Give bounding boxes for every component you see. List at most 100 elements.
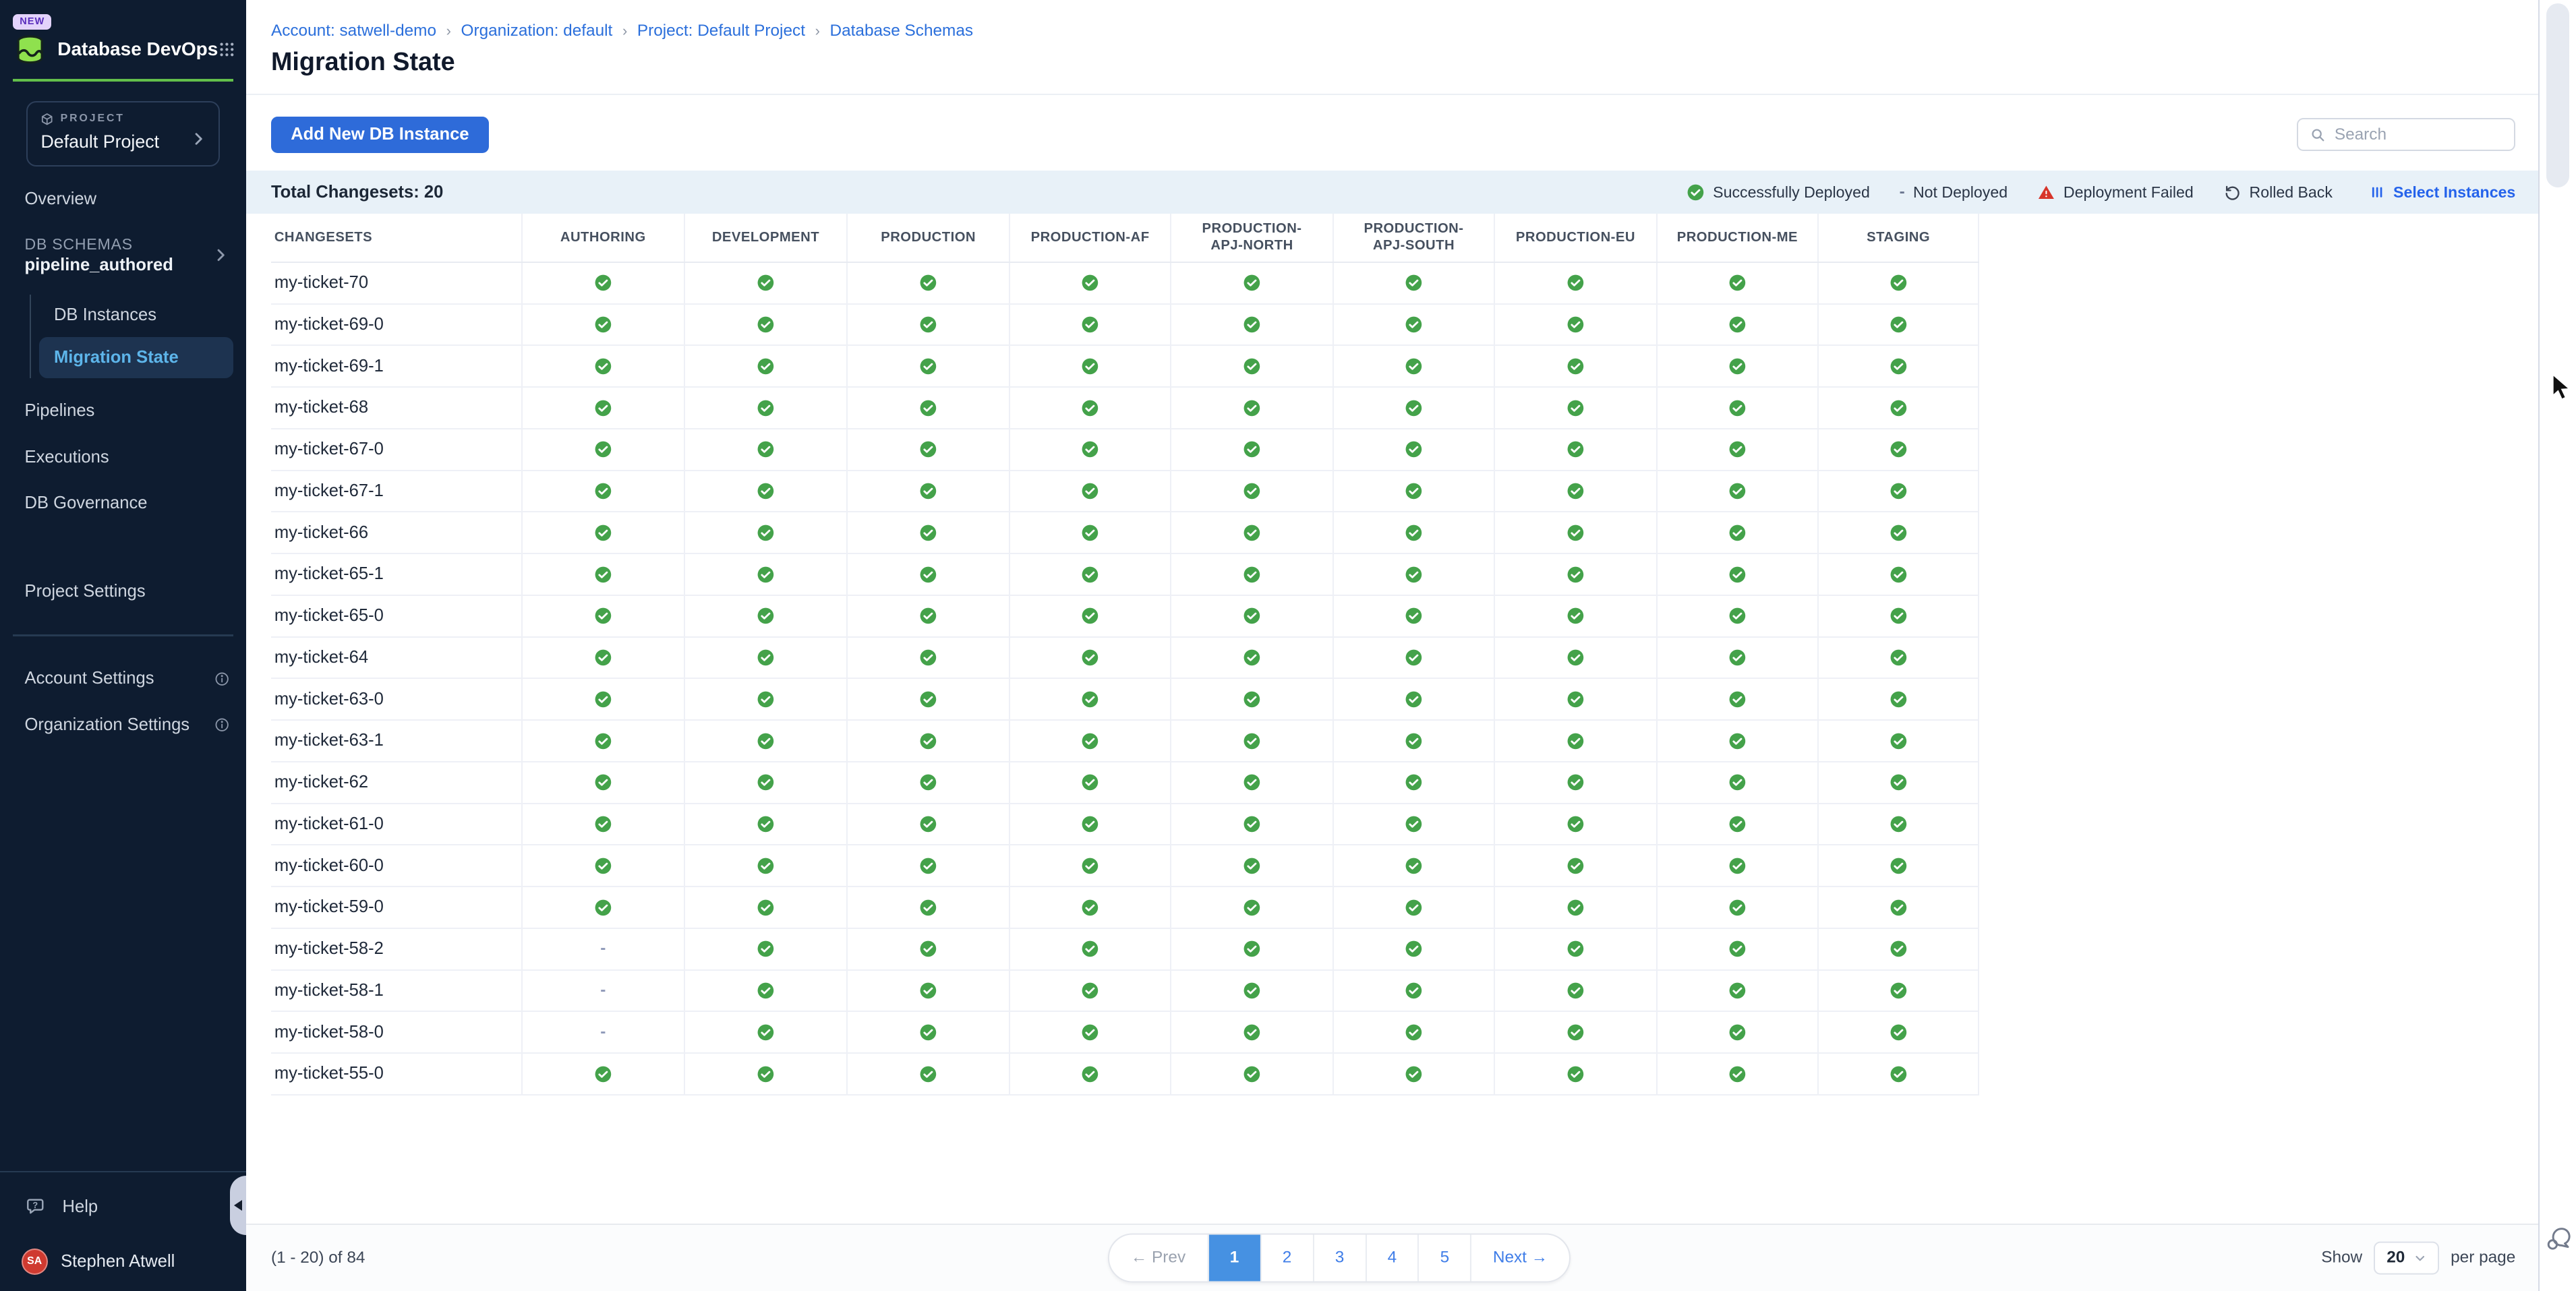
- page-button-1[interactable]: 1: [1208, 1234, 1260, 1281]
- check-circle-icon: [1405, 1023, 1423, 1042]
- status-cell: [1658, 346, 1819, 388]
- breadcrumb-link[interactable]: Organization: default: [461, 22, 613, 40]
- status-cell: [1171, 971, 1334, 1013]
- status-cell: [523, 429, 685, 471]
- sidebar-header: NEW Database DevOps PROJECT Default Proj…: [0, 0, 246, 167]
- status-cell: [848, 971, 1010, 1013]
- check-circle-icon: [1081, 607, 1099, 625]
- legend-item-warn: Deployment Failed: [2037, 183, 2194, 202]
- status-cell: [848, 1054, 1010, 1095]
- status-cell: [685, 638, 848, 680]
- table-row: my-ticket-55-0: [271, 1054, 1980, 1095]
- sidebar-item-migration-state[interactable]: Migration State: [39, 337, 233, 378]
- status-cell: [1171, 762, 1334, 804]
- breadcrumb-link[interactable]: Project: Default Project: [637, 22, 805, 40]
- check-circle-icon: [1728, 274, 1747, 292]
- page-button-3[interactable]: 3: [1313, 1234, 1366, 1281]
- check-circle-icon: [1567, 482, 1585, 500]
- select-instances-button[interactable]: Select Instances: [2369, 183, 2516, 202]
- status-cell: [1658, 554, 1819, 596]
- check-circle-icon: [757, 607, 775, 625]
- page-size-select[interactable]: 20: [2374, 1242, 2439, 1275]
- column-header: PRODUCTION-ME: [1658, 214, 1819, 262]
- status-cell: [523, 388, 685, 429]
- check-circle-icon: [1567, 440, 1585, 458]
- cube-icon: [40, 113, 53, 125]
- breadcrumb-link[interactable]: Database Schemas: [829, 22, 973, 40]
- apps-grid-icon[interactable]: [218, 40, 236, 59]
- sidebar-item-account-settings[interactable]: Account Settings: [0, 656, 246, 702]
- check-circle-icon: [1081, 566, 1099, 584]
- sidebar-subnav: DB InstancesMigration State: [30, 295, 247, 378]
- help-icon: ?: [25, 1196, 48, 1219]
- check-circle-icon: [1567, 899, 1585, 917]
- main-content: Account: satwell-demo›Organization: defa…: [246, 0, 2540, 1291]
- sidebar-item-executions[interactable]: Executions: [0, 434, 246, 480]
- status-cell: [1334, 346, 1495, 388]
- check-circle-icon: [757, 940, 775, 958]
- sidebar-item-project-settings[interactable]: Project Settings: [0, 569, 246, 615]
- status-cell: [1819, 346, 1980, 388]
- status-cell: [1819, 804, 1980, 846]
- sidebar-item-db-governance[interactable]: DB Governance: [0, 480, 246, 526]
- status-cell: [1495, 638, 1658, 680]
- check-circle-icon: [919, 274, 937, 292]
- sidebar-item-db-instances[interactable]: DB Instances: [39, 295, 233, 336]
- check-circle-icon: [1728, 899, 1747, 917]
- chat-launcher-icon[interactable]: [2545, 1225, 2573, 1253]
- status-cell: [1171, 263, 1334, 305]
- status-cell: [1819, 762, 1980, 804]
- status-cell: [1334, 305, 1495, 347]
- user-menu[interactable]: SA Stephen Atwell: [0, 1232, 246, 1274]
- sidebar-item-pipelines[interactable]: Pipelines: [0, 388, 246, 434]
- breadcrumb-link[interactable]: Account: satwell-demo: [271, 22, 436, 40]
- status-cell: [1495, 887, 1658, 929]
- next-page-button[interactable]: Next →: [1470, 1234, 1569, 1281]
- project-selector[interactable]: PROJECT Default Project: [26, 101, 220, 167]
- help-button[interactable]: ? Help: [0, 1182, 246, 1232]
- status-cell: [1658, 804, 1819, 846]
- check-circle-icon: [594, 316, 612, 334]
- status-cell: [1010, 346, 1171, 388]
- page-button-4[interactable]: 4: [1365, 1234, 1417, 1281]
- page-button-2[interactable]: 2: [1260, 1234, 1313, 1281]
- sidebar-collapse-handle[interactable]: [230, 1176, 246, 1235]
- check-circle-icon: [757, 815, 775, 833]
- check-circle-icon: [1890, 399, 1908, 417]
- status-cell: [1010, 388, 1171, 429]
- status-cell: [1010, 305, 1171, 347]
- check-circle-icon: [1243, 815, 1261, 833]
- check-circle-icon: [1081, 732, 1099, 750]
- add-db-instance-button[interactable]: Add New DB Instance: [271, 117, 489, 153]
- page-button-5[interactable]: 5: [1417, 1234, 1470, 1281]
- check-circle-icon: [1405, 440, 1423, 458]
- table-row: my-ticket-58-2-: [271, 929, 1980, 971]
- sidebar-item-overview[interactable]: Overview: [0, 177, 246, 222]
- status-cell: [685, 1054, 848, 1095]
- status-cell: [1171, 638, 1334, 680]
- status-cell: [1819, 1012, 1980, 1054]
- check-circle-icon: [919, 899, 937, 917]
- scrollbar-thumb[interactable]: [2546, 3, 2569, 187]
- status-cell: [1495, 263, 1658, 305]
- status-cell: [1010, 929, 1171, 971]
- changeset-name: my-ticket-67-0: [271, 429, 523, 471]
- search-icon: [2310, 127, 2326, 143]
- sidebar-item-db-schemas[interactable]: DB SCHEMASpipeline_authored: [0, 222, 246, 288]
- status-cell: [1010, 845, 1171, 887]
- search-box[interactable]: [2297, 118, 2515, 151]
- check-circle-icon: [1567, 649, 1585, 667]
- check-circle-icon: [757, 440, 775, 458]
- prev-page-button[interactable]: ← Prev: [1109, 1234, 1207, 1281]
- status-cell: [1010, 721, 1171, 762]
- check-circle-icon: [1243, 690, 1261, 709]
- sidebar-item-sublabel: pipeline_authored: [25, 256, 212, 275]
- search-input[interactable]: [2335, 125, 2502, 144]
- sidebar-item-organization-settings[interactable]: Organization Settings: [0, 702, 246, 748]
- check-circle-icon: [1081, 440, 1099, 458]
- changeset-name: my-ticket-63-0: [271, 679, 523, 721]
- sidebar-item-label: DB SCHEMASpipeline_authored: [25, 235, 212, 274]
- status-cell: [1495, 762, 1658, 804]
- check-circle-icon: [919, 690, 937, 709]
- check-circle-icon: [1405, 649, 1423, 667]
